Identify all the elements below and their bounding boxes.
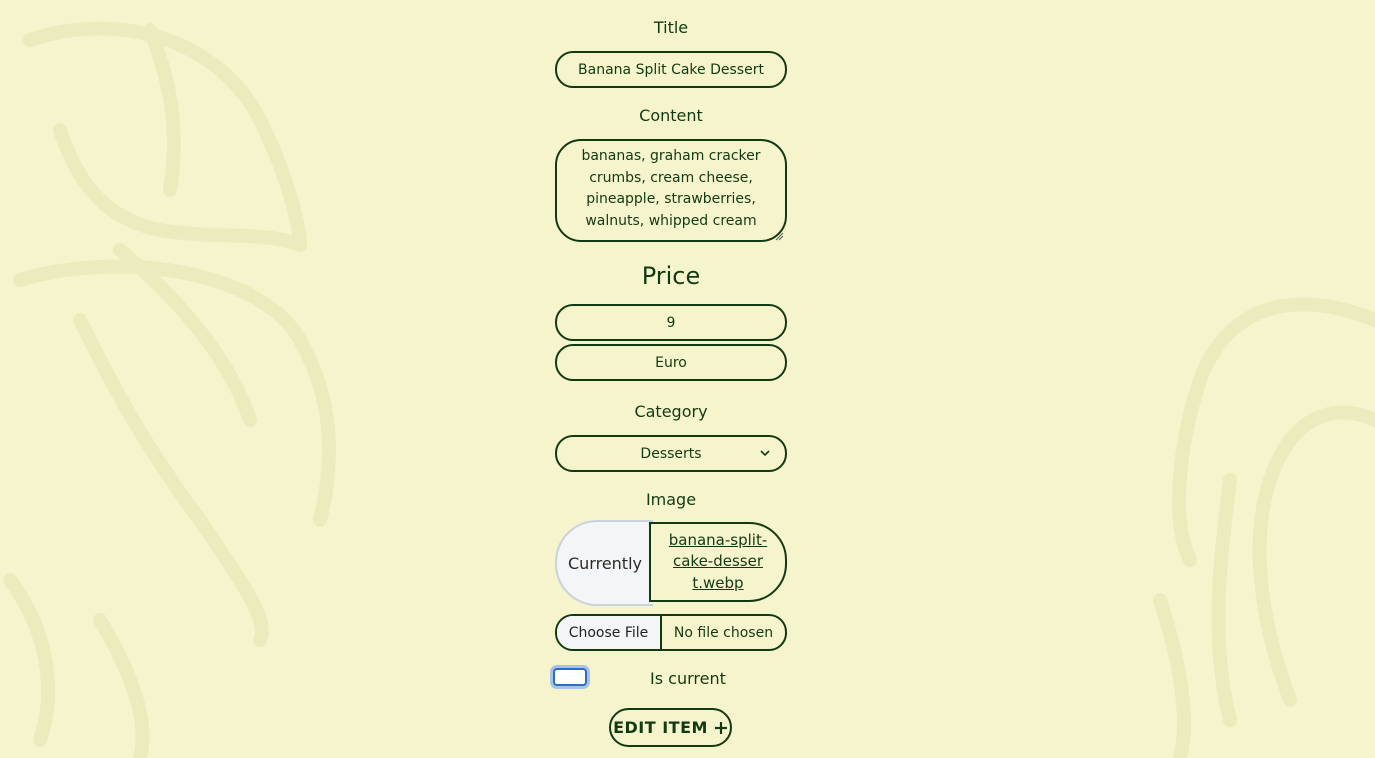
category-label: Category [634,402,708,421]
current-image-box: Currently banana-split-cake-dessert.webp [555,520,787,606]
category-select[interactable]: Desserts [555,435,787,472]
currency-input[interactable] [555,344,787,381]
content-label: Content [639,106,703,125]
image-label: Image [645,490,697,509]
current-image-link-box: banana-split-cake-dessert.webp [649,522,787,602]
choose-file-button[interactable]: Choose File [557,616,662,649]
currently-label: Currently [555,520,653,606]
resize-grip-icon[interactable] [774,231,784,241]
current-image-link[interactable]: banana-split-cake-dessert.webp [668,530,768,595]
edit-item-button-label: EDIT ITEM [613,718,708,737]
title-label: Title [653,18,689,37]
chevron-down-icon [760,450,770,457]
title-input[interactable] [555,51,787,88]
content-textarea[interactable]: bananas, graham cracker crumbs, cream ch… [555,139,787,242]
file-status-text: No file chosen [673,624,774,641]
category-selected-value: Desserts [640,445,702,462]
edit-item-button[interactable]: EDIT ITEM [609,708,732,747]
image-file-input[interactable]: Choose File No file chosen [555,614,787,651]
price-heading: Price [641,262,701,290]
is-current-label: Is current [650,669,726,688]
is-current-checkbox[interactable] [553,668,587,686]
price-input[interactable] [555,304,787,341]
plus-icon [714,721,727,734]
